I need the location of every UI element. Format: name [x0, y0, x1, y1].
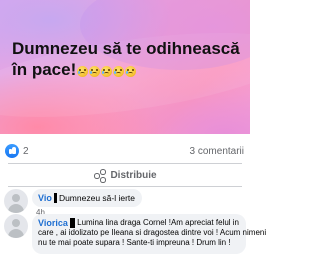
comment-author[interactable]: Viorica: [38, 218, 68, 228]
engagement-row: 2 3 comentarii: [0, 142, 250, 162]
default-avatar-icon[interactable]: [4, 189, 28, 213]
reactions-summary[interactable]: 2: [5, 144, 29, 158]
crying-face-emoji-icon: [77, 66, 89, 78]
comment-text: Dumnezeu să-l ierte: [58, 192, 135, 203]
crying-face-emoji-icon: [89, 66, 101, 78]
comment-text-line-3: nu te mai poate supara ! Sante-ti impreu…: [38, 238, 231, 247]
like-icon: [5, 144, 19, 158]
post-text: Dumnezeu să te odihnească în pace!: [12, 38, 242, 81]
crying-face-emoji-icon: [101, 66, 113, 78]
redacted-name: [69, 217, 76, 228]
comment-author[interactable]: Vio: [38, 193, 52, 203]
post-text-line-1: Dumnezeu să te odihnească: [12, 39, 240, 58]
comment-text-line-1: Lumina lina draga Cornel !Am apreciat fe…: [77, 218, 239, 227]
share-icon: [94, 169, 106, 183]
divider: [8, 186, 242, 187]
post-text-line-2: în pace!: [12, 60, 77, 79]
default-avatar-icon[interactable]: [4, 214, 28, 238]
redacted-name: [53, 192, 57, 203]
share-button[interactable]: Distribuie: [86, 166, 166, 184]
post-text-line-2-wrap: în pace!: [12, 59, 242, 81]
post-background: Dumnezeu să te odihnească în pace!: [0, 0, 250, 134]
crying-face-emoji-icon: [125, 66, 137, 78]
comment-text-line-2: care , ai idolizato pe Ileana si dragost…: [38, 228, 267, 237]
emoji-row: [77, 60, 137, 81]
comment-bubble: Viorica Lumina lina draga Cornel !Am apr…: [32, 214, 267, 254]
share-label: Distribuie: [110, 169, 157, 181]
crying-face-emoji-icon: [113, 66, 125, 78]
divider: [8, 163, 242, 164]
comment-bubble: Vio Dumnezeu să-l ierte: [32, 189, 142, 207]
reaction-count: 2: [23, 145, 29, 157]
comment-count-link[interactable]: 3 comentarii: [190, 146, 244, 157]
